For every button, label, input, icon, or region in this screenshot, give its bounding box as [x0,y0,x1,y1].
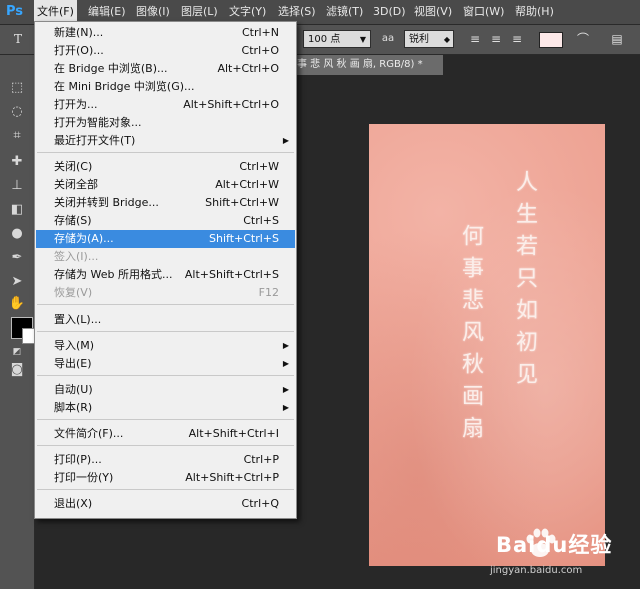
align-left-icon[interactable]: ≡ [466,30,484,48]
menu-item-save-for-web[interactable]: 存储为 Web 所用格式... Alt+Shift+Ctrl+S [36,266,295,284]
submenu-arrow-icon: ▶ [282,359,289,368]
menu-item-recent-files[interactable]: 最近打开文件(T) ▶ [36,132,295,150]
menu-filter[interactable]: 滤镜(T) [323,0,366,24]
watermark-brand: Baidu经验 [496,533,613,557]
menu-item-revert: 恢复(V) F12 [54,286,279,299]
menu-item-save[interactable]: 存储(S) Ctrl+S [36,212,295,230]
menu-item-open-as[interactable]: 打开为... Alt+Shift+Ctrl+O [36,96,295,114]
crop-tool-icon[interactable]: ⌗ [8,127,26,145]
menu-view[interactable]: 视图(V) [411,0,455,24]
quick-mask-icon[interactable]: ◙ [8,361,26,379]
default-colors-icon[interactable]: ◩ [8,343,26,361]
align-center-icon[interactable]: ≡ [487,30,505,48]
menu-item-check-in: 签入(I)... [54,250,99,263]
menu-item-import[interactable]: 导入(M) ▶ [36,337,295,355]
menu-item-open-smart-object[interactable]: 打开为智能对象... [36,114,295,132]
blur-tool-icon[interactable]: ● [8,225,26,243]
stamp-tool-icon[interactable]: ⊥ [8,177,26,195]
lasso-tool-icon[interactable]: ◌ [8,103,26,121]
menu-item-scripts[interactable]: 脚本(R) ▶ [36,399,295,417]
menu-divider [37,331,294,332]
menu-item-close-all[interactable]: 关闭全部 Alt+Ctrl+W [36,176,295,194]
character-panel-icon[interactable]: ▤ [608,30,626,48]
menu-divider [37,304,294,305]
healing-brush-icon[interactable]: ✚ [8,153,26,171]
path-select-icon[interactable]: ➤ [8,273,26,291]
poem-line-right: 人生若只如初见 [512,170,537,394]
menu-item-print[interactable]: 打印(P)... Ctrl+P [36,451,295,469]
tools-panel: ⬚ ◌ ⌗ ✚ ⊥ ◧ ● ✒ ➤ ✋ ◩ ◙ [0,55,38,589]
menu-item-export[interactable]: 导出(E) ▶ [36,355,295,373]
warp-text-icon[interactable]: ⌒ [574,30,592,48]
menu-3d[interactable]: 3D(D) [370,0,409,24]
menu-item-save-as[interactable]: 存储为(A)... Shift+Ctrl+S [36,230,295,248]
chevron-updown-icon: ◆ [443,35,450,44]
menu-item-open[interactable]: 打开(O)... Ctrl+O [36,42,295,60]
hand-tool-icon[interactable]: ✋ [8,295,26,313]
antialias-icon: aa [381,33,395,44]
photoshop-logo: Ps [6,4,24,19]
menu-divider [37,445,294,446]
eraser-tool-icon[interactable]: ◧ [8,201,26,219]
document-tab[interactable]: 事 悲 风 秋 画 扇, RGB/8) * [293,55,443,75]
menu-item-close-goto-bridge[interactable]: 关闭并转到 Bridge... Shift+Ctrl+W [36,194,295,212]
align-right-icon[interactable]: ≡ [508,30,526,48]
submenu-arrow-icon: ▶ [282,385,289,394]
menu-divider [37,375,294,376]
font-size-value: 100 点 [308,34,341,45]
type-tool-icon[interactable]: T [10,30,26,48]
submenu-arrow-icon: ▶ [282,403,289,412]
antialias-value: 锐利 [409,34,429,45]
menu-window[interactable]: 窗口(W) [460,0,507,24]
file-menu-dropdown: 新建(N)... Ctrl+N 打开(O)... Ctrl+O 在 Bridge 中… [34,21,297,519]
submenu-arrow-icon: ▶ [282,136,289,145]
menu-divider [37,419,294,420]
pen-tool-icon[interactable]: ✒ [8,249,26,267]
menu-item-file-info[interactable]: 文件简介(F)... Alt+Shift+Ctrl+I [36,425,295,443]
menu-item-new[interactable]: 新建(N)... Ctrl+N [36,24,295,42]
watermark-url: jingyan.baidu.com [490,565,583,576]
menu-divider [37,152,294,153]
antialias-select[interactable]: 锐利 ◆ [404,30,454,48]
menu-item-place[interactable]: 置入(L)... [36,311,295,329]
menu-help[interactable]: 帮助(H) [512,0,557,24]
menu-item-exit[interactable]: 退出(X) Ctrl+Q [36,495,295,513]
chevron-down-icon: ▼ [359,35,366,44]
menu-item-browse-bridge[interactable]: 在 Bridge 中浏览(B)... Alt+Ctrl+O [36,60,295,78]
baidu-watermark: Baidu经验 jingyan.baidu.com [468,519,638,585]
submenu-arrow-icon: ▶ [282,341,289,350]
paper-texture [369,124,605,566]
text-color-swatch[interactable] [539,32,563,48]
marquee-tool-icon[interactable]: ⬚ [8,79,26,97]
menu-item-automate[interactable]: 自动(U) ▶ [36,381,295,399]
menu-divider [37,489,294,490]
menu-item-close[interactable]: 关闭(C) Ctrl+W [36,158,295,176]
poem-line-left: 何事悲风秋画扇 [458,224,483,448]
artboard: 人生若只如初见 何事悲风秋画扇 [369,124,605,566]
font-size-field[interactable]: 100 点 ▼ [303,30,371,48]
menu-item-browse-mini-bridge[interactable]: 在 Mini Bridge 中浏览(G)... [36,78,295,96]
menu-item-print-one-copy[interactable]: 打印一份(Y) Alt+Shift+Ctrl+P [36,469,295,487]
